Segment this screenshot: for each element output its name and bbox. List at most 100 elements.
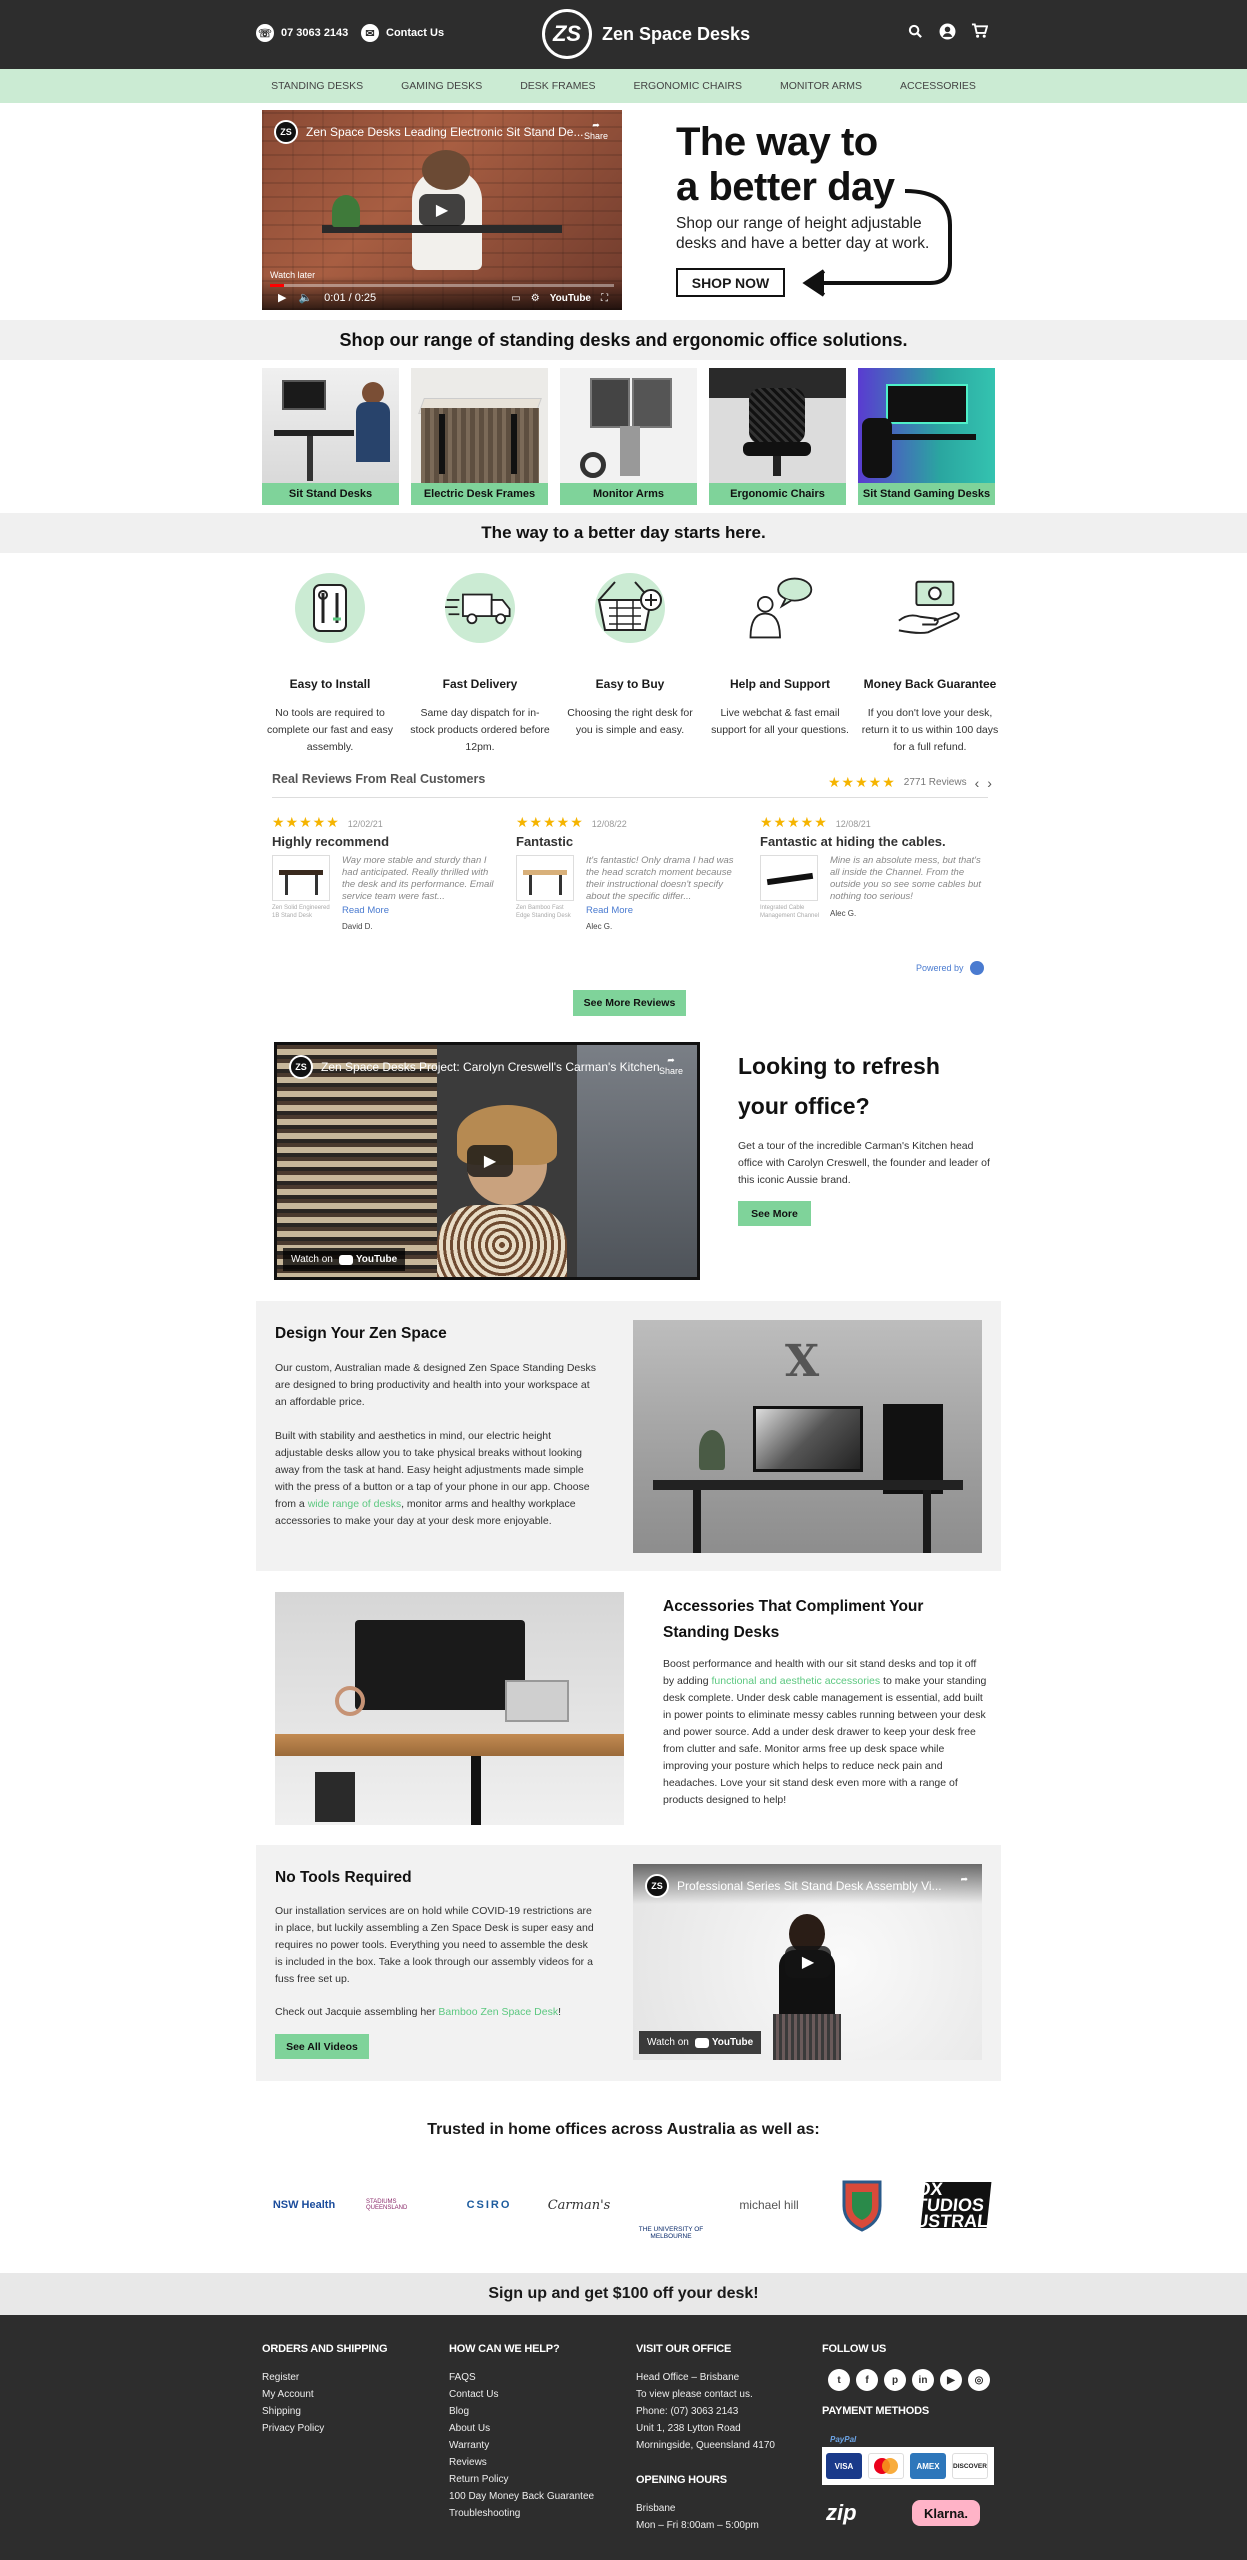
review-title: Fantastic at hiding the cables. — [760, 834, 946, 849]
nav-desk-frames[interactable]: DESK FRAMES — [520, 80, 595, 92]
contact-link[interactable]: ✉ Contact Us — [361, 24, 444, 42]
feature-title: Easy to Buy — [595, 677, 665, 691]
play-button[interactable]: ▶ — [467, 1145, 513, 1177]
video-time: 0:01 / 0:25 — [324, 291, 377, 304]
footer-link-account[interactable]: My Account — [262, 2386, 387, 2403]
nav-gaming-desks[interactable]: GAMING DESKS — [401, 80, 482, 92]
category-sit-stand-desks[interactable]: Sit Stand Desks — [262, 368, 399, 505]
category-gaming-desks[interactable]: Sit Stand Gaming Desks — [858, 368, 995, 505]
site-logo[interactable]: ZS Zen Space Desks — [542, 9, 750, 59]
feature-desc: If you don't love your desk, return it t… — [861, 707, 999, 753]
category-monitor-arms[interactable]: Monitor Arms — [560, 368, 697, 505]
carmans-logo: Carman's — [547, 2197, 611, 2213]
assembly-video[interactable]: ZS Professional Series Sit Stand Desk As… — [633, 1864, 982, 2060]
nav-accessories[interactable]: ACCESSORIES — [900, 80, 976, 92]
powered-by[interactable]: Powered by — [916, 961, 984, 975]
nav-ergonomic-chairs[interactable]: ERGONOMIC CHAIRS — [633, 80, 742, 92]
youtube-icon[interactable]: ▶ — [940, 2369, 962, 2391]
share-button[interactable]: ➦ — [960, 1874, 968, 1885]
share-button[interactable]: ➦ Share — [584, 120, 608, 141]
bamboo-desk-link[interactable]: Bamboo Zen Space Desk — [438, 2006, 558, 2018]
no-tools-text: ! — [558, 2006, 561, 2018]
see-all-videos-button[interactable]: See All Videos — [275, 2034, 369, 2059]
logo-mark: ZS — [542, 9, 592, 59]
footer-help: HOW CAN WE HELP? FAQS Contact Us Blog Ab… — [449, 2343, 594, 2522]
settings-icon[interactable]: ⚙ — [531, 293, 540, 304]
arrow-graphic — [802, 189, 952, 297]
footer-link-register[interactable]: Register — [262, 2369, 387, 2386]
read-more-link[interactable]: Read More — [342, 905, 502, 916]
youtube-logo: YouTube — [338, 1254, 398, 1265]
category-electric-desk-frames[interactable]: Electric Desk Frames — [411, 368, 548, 505]
play-button[interactable]: ▶ — [419, 194, 465, 226]
fullscreen-icon[interactable]: ⛶ — [601, 293, 608, 304]
footer-link-faqs[interactable]: FAQS — [449, 2369, 594, 2386]
watch-later[interactable]: Watch later — [270, 270, 315, 280]
no-tools-title: No Tools Required — [275, 1869, 412, 1886]
product-thumbnail — [272, 855, 330, 901]
reviews-brand-icon — [969, 961, 984, 975]
category-ergonomic-chairs[interactable]: Ergonomic Chairs — [709, 368, 846, 505]
watch-on-youtube[interactable]: Watch on YouTube — [639, 2031, 762, 2054]
footer-link-shipping[interactable]: Shipping — [262, 2403, 387, 2420]
review-date: 12/02/21 — [347, 819, 383, 829]
watch-on-youtube[interactable]: Watch on YouTube — [283, 1248, 406, 1271]
see-more-reviews-button[interactable]: See More Reviews — [573, 990, 686, 1016]
video-title: Zen Space Desks Project: Carolyn Creswel… — [321, 1060, 660, 1074]
design-paragraph-1: Our custom, Australian made & designed Z… — [275, 1362, 597, 1408]
twitter-icon[interactable]: t — [828, 2369, 850, 2391]
footer-link-returns[interactable]: Return Policy — [449, 2471, 594, 2488]
video-progress[interactable] — [270, 284, 614, 287]
captions-icon[interactable]: ▭ — [511, 293, 520, 304]
user-icon[interactable] — [938, 22, 956, 40]
better-day-heading: The way to a better day starts here. — [0, 513, 1247, 553]
youtube-logo[interactable]: YouTube — [550, 293, 591, 304]
nav-monitor-arms[interactable]: MONITOR ARMS — [780, 80, 862, 92]
footer-link-privacy[interactable]: Privacy Policy — [262, 2420, 387, 2437]
feature-title: Easy to Install — [289, 677, 371, 691]
pinterest-icon[interactable]: p — [884, 2369, 906, 2391]
reviews-summary: ★★★★★ 2771 Reviews ‹ › — [828, 774, 992, 791]
klarna-logo: Klarna. — [912, 2500, 980, 2526]
footer-link-guarantee[interactable]: 100 Day Money Back Guarantee — [449, 2488, 594, 2505]
read-more-link[interactable]: Read More — [586, 905, 746, 916]
phone-link[interactable]: ☏ 07 3063 2143 — [256, 24, 348, 42]
fox-studios-text: FOX STUDIOS AUSTRALIA — [901, 2179, 1008, 2231]
prev-arrow-icon[interactable]: ‹ — [975, 775, 980, 791]
hero-video[interactable]: ZS Zen Space Desks Leading Electronic Si… — [262, 110, 622, 310]
review-card[interactable]: ★★★★★ 12/02/21 Highly recommend Zen Solid… — [272, 814, 502, 931]
footer-link-reviews[interactable]: Reviews — [449, 2454, 594, 2471]
review-card[interactable]: ★★★★★ 12/08/21 Fantastic at hiding the ca… — [760, 814, 990, 920]
youtube-label: YouTube — [355, 1254, 398, 1265]
feature-desc: Same day dispatch for in-stock products … — [410, 707, 550, 753]
office-phone[interactable]: Phone: (07) 3063 2143 — [636, 2403, 775, 2420]
search-icon[interactable] — [906, 22, 924, 40]
footer-link-warranty[interactable]: Warranty — [449, 2437, 594, 2454]
play-icon[interactable]: ▶ — [278, 291, 286, 304]
shop-now-button[interactable]: SHOP NOW — [676, 268, 785, 297]
footer-link-contact[interactable]: Contact Us — [449, 2386, 594, 2403]
footer-follow: FOLLOW US t f p in ▶ ◎ PAYMENT METHODS — [822, 2343, 990, 2431]
footer-link-blog[interactable]: Blog — [449, 2403, 594, 2420]
instagram-icon[interactable]: ◎ — [968, 2369, 990, 2391]
footer-link-troubleshooting[interactable]: Troubleshooting — [449, 2505, 594, 2522]
share-button[interactable]: ➦ Share — [659, 1055, 683, 1076]
video-title: Professional Series Sit Stand Desk Assem… — [677, 1879, 942, 1893]
facebook-icon[interactable]: f — [856, 2369, 878, 2391]
office-tour-video[interactable]: ZS Zen Space Desks Project: Carolyn Cres… — [274, 1042, 700, 1280]
linkedin-icon[interactable]: in — [912, 2369, 934, 2391]
category-image — [709, 368, 846, 483]
volume-icon[interactable]: 🔈 — [298, 291, 312, 304]
desks-range-link[interactable]: wide range of desks — [308, 1498, 401, 1510]
cart-icon[interactable] — [970, 22, 988, 40]
nav-standing-desks[interactable]: STANDING DESKS — [271, 80, 363, 92]
accessories-link[interactable]: functional and aesthetic accessories — [711, 1675, 880, 1687]
play-button[interactable]: ▶ — [785, 1946, 831, 1978]
next-arrow-icon[interactable]: › — [987, 775, 992, 791]
review-card[interactable]: ★★★★★ 12/08/22 Fantastic Zen Bamboo Fast … — [516, 814, 746, 931]
reviewer-name: David D. — [342, 922, 373, 931]
see-more-button[interactable]: See More — [738, 1201, 811, 1226]
footer-link-about[interactable]: About Us — [449, 2420, 594, 2437]
category-image — [560, 368, 697, 483]
signup-banner[interactable]: Sign up and get $100 off your desk! — [0, 2273, 1247, 2315]
